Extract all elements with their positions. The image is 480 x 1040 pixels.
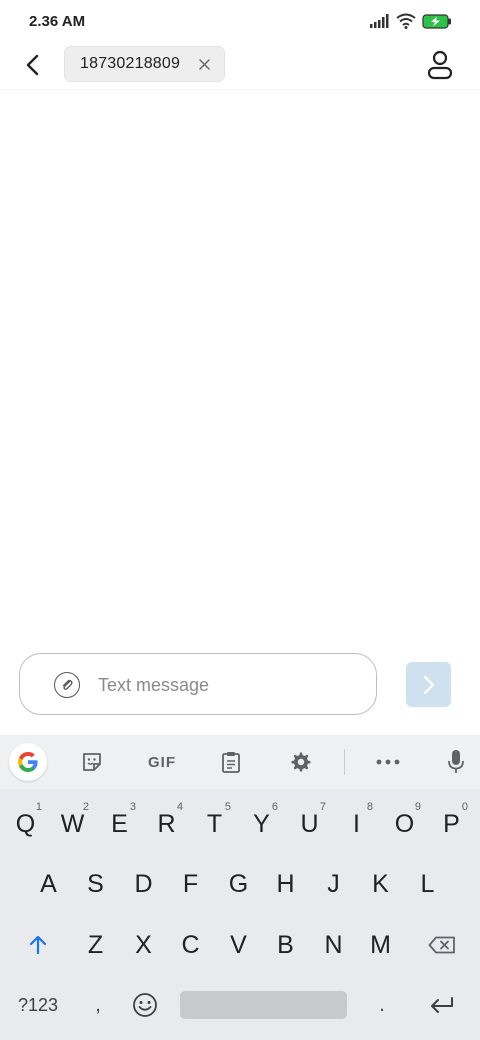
emoji-key[interactable] [122,980,168,1030]
contact-icon [427,50,453,80]
close-icon [198,58,210,70]
key-c[interactable]: C [168,920,213,970]
key-o[interactable]: O9 [382,799,427,849]
key-d[interactable]: D [121,859,166,909]
key-e[interactable]: E3 [97,799,142,849]
key-x[interactable]: X [121,920,166,970]
key-i[interactable]: I8 [334,799,379,849]
gif-button[interactable]: GIF [142,743,182,781]
more-icon [376,759,400,765]
status-icons [370,12,452,30]
paperclip-icon [62,679,73,690]
key-q[interactable]: Q1 [3,799,48,849]
back-arrow-icon [26,54,39,76]
voice-input-button[interactable] [437,743,475,781]
google-button[interactable] [9,743,47,781]
key-p[interactable]: P0 [429,799,474,849]
clipboard-icon [222,752,240,773]
send-arrow-icon [423,675,434,694]
symbols-key[interactable]: ?123 [8,980,68,1030]
settings-button[interactable] [282,743,320,781]
signal-icon [370,14,390,28]
comma-key[interactable]: , [76,980,120,1030]
wifi-icon [396,13,416,29]
status-time: 2.36 AM [29,13,86,30]
mic-icon [448,750,464,773]
enter-icon [431,997,453,1013]
key-v[interactable]: V [216,920,261,970]
battery-charging-icon [422,13,452,29]
key-b[interactable]: B [263,920,308,970]
sticker-icon [83,753,101,771]
shift-arrow-icon [29,935,47,955]
key-h[interactable]: H [263,859,308,909]
key-n[interactable]: N [311,920,356,970]
period-key[interactable]: . [360,980,404,1030]
key-j[interactable]: J [311,859,356,909]
key-u[interactable]: U7 [287,799,332,849]
key-l[interactable]: L [405,859,450,909]
message-thread[interactable] [0,91,480,646]
key-m[interactable]: M [358,920,403,970]
enter-key[interactable] [418,980,466,1030]
status-bar: 2.36 AM [0,0,480,44]
key-a[interactable]: A [26,859,71,909]
backspace-key[interactable] [418,920,466,970]
key-w[interactable]: W2 [50,799,95,849]
keyboard-toolbar: GIF [0,735,480,789]
google-icon [18,752,38,772]
message-input[interactable] [98,670,358,700]
attach-button[interactable] [54,672,80,698]
key-t[interactable]: T5 [192,799,237,849]
compose-box[interactable] [19,653,377,715]
sticker-button[interactable] [73,743,111,781]
toolbar-divider [344,749,345,775]
clipboard-button[interactable] [212,743,250,781]
key-r[interactable]: R4 [144,799,189,849]
key-z[interactable]: Z [73,920,118,970]
space-key[interactable] [180,991,347,1019]
key-y[interactable]: Y6 [239,799,284,849]
backspace-icon [428,936,455,954]
send-button[interactable] [406,662,451,707]
key-f[interactable]: F [168,859,213,909]
key-g[interactable]: G [216,859,261,909]
remove-recipient-button[interactable] [196,56,212,72]
key-k[interactable]: K [358,859,403,909]
emoji-icon [133,993,157,1017]
keyboard: GIF Q 1 W 2 E 3 R 4 T 5 Y 6 U 7 I 8 O 9 … [0,735,480,1040]
key-s[interactable]: S [73,859,118,909]
settings-icon [291,752,311,772]
back-button[interactable] [16,48,50,82]
recipient-chip[interactable]: 18730218809 [64,46,225,82]
gif-icon: GIF [148,753,176,771]
recipient-number: 18730218809 [80,55,181,72]
more-button[interactable] [369,743,407,781]
conversation-header: 18730218809 [0,44,480,90]
shift-key[interactable] [15,920,61,970]
contact-button[interactable] [424,48,456,82]
